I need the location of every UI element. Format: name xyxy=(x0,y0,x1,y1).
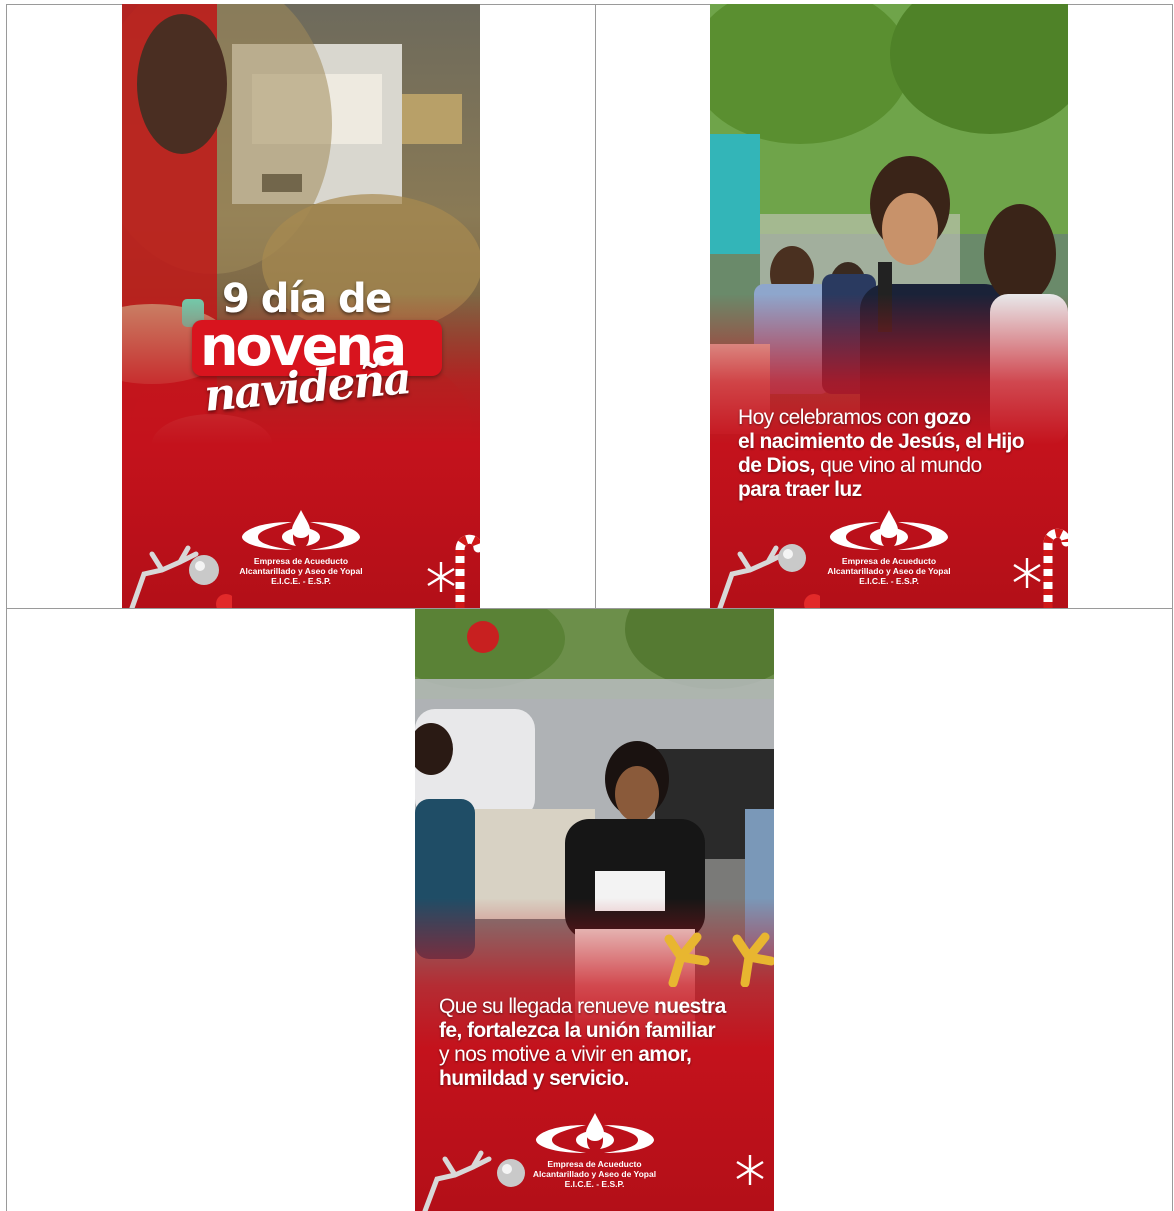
caption-line-3a: de Dios, xyxy=(738,454,815,477)
candy-cane-icon xyxy=(455,534,480,608)
caption-line-2: fe, fortalezca la unión familiar xyxy=(439,1019,716,1042)
caption-line-4: humildad y servicio. xyxy=(439,1067,630,1090)
caption-text: Que su llegada renueve nuestra fe, forta… xyxy=(439,995,726,1091)
water-drop-logo-icon xyxy=(535,1113,654,1153)
candy-cane-icon xyxy=(1043,528,1068,608)
story-panel-speaker-2: Que su llegada renueve nuestra fe, forta… xyxy=(415,609,774,1211)
caption-line-1a: Hoy celebramos con xyxy=(738,406,924,429)
reindeer-ornament-icon xyxy=(129,545,232,608)
caption-line-4: para traer luz xyxy=(738,478,862,501)
caption-line-3b: amor, xyxy=(638,1043,692,1066)
caption-line-1a: Que su llegada renueve xyxy=(439,995,655,1018)
story-panel-novena-title: 9 día de novena navideña Empresa de Acue… xyxy=(122,4,480,608)
water-drop-logo-icon xyxy=(830,510,948,550)
story-panel-speaker-1: Hoy celebramos con gozo el nacimiento de… xyxy=(710,4,1068,608)
caption-text: Hoy celebramos con gozo el nacimiento de… xyxy=(738,406,1025,502)
reindeer-ornament-icon xyxy=(422,1150,525,1211)
caption-line-3a: y nos motive a vivir en xyxy=(439,1043,639,1066)
snowflake-icon xyxy=(736,1155,764,1185)
water-drop-logo-icon xyxy=(242,510,360,550)
reindeer-antlers-icon xyxy=(664,932,774,987)
caption-line-1b: gozo xyxy=(923,406,971,429)
caption-line-2: el nacimiento de Jesús, el Hijo xyxy=(738,430,1025,453)
caption-line-3b: que vino al mundo xyxy=(814,454,982,477)
reindeer-ornament-icon xyxy=(717,544,820,608)
caption-line-1b: nuestra xyxy=(654,995,726,1018)
